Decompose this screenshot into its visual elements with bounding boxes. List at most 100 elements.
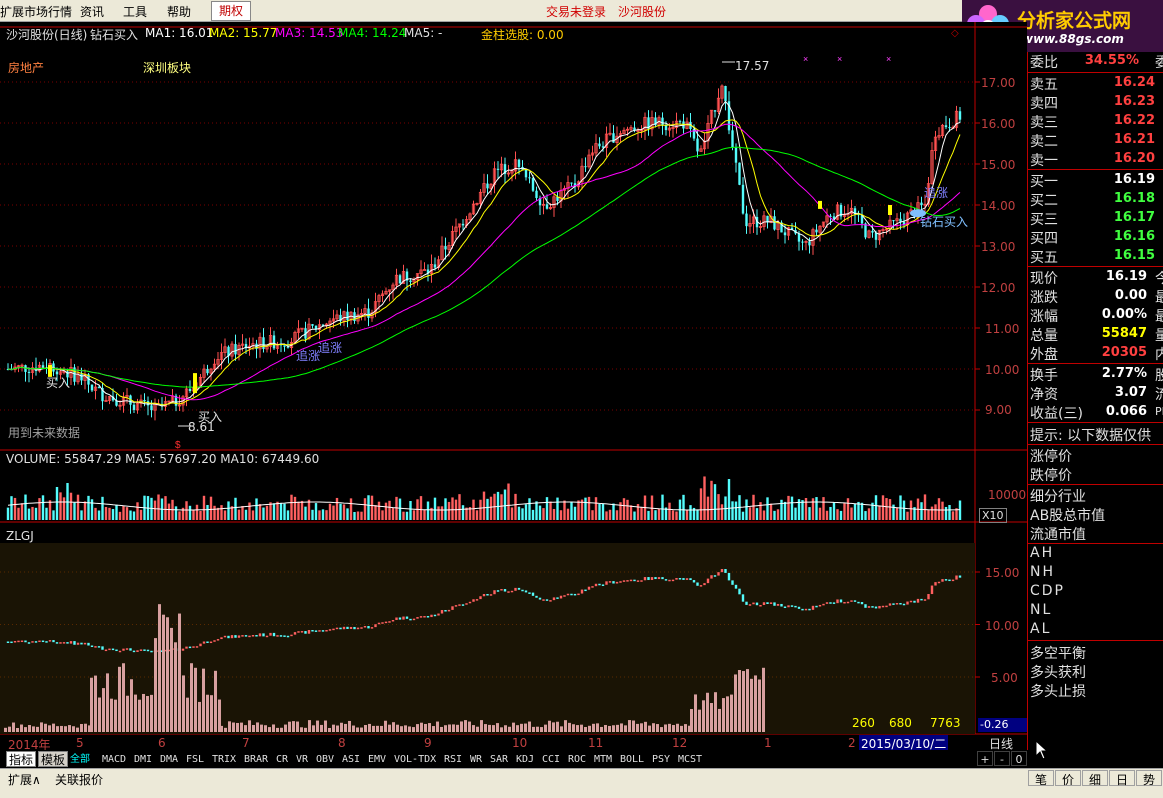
volume-bar xyxy=(48,500,52,520)
volume-bar xyxy=(279,503,283,520)
tab-dma[interactable]: DMA xyxy=(160,752,178,767)
buy-signal-bar xyxy=(888,205,892,215)
indicator-name[interactable]: 钻石买入 xyxy=(90,26,138,43)
bid-row-2[interactable]: 买二 16.18 xyxy=(1027,190,1163,209)
zoom-out-button[interactable]: - xyxy=(994,751,1010,766)
ask-2-label: 卖二 xyxy=(1030,134,1058,150)
volume-bar xyxy=(755,508,759,520)
bid-row-4[interactable]: 买四 16.16 xyxy=(1027,228,1163,247)
time-label-8: 8 xyxy=(338,736,346,750)
tab-mtm[interactable]: MTM xyxy=(594,752,612,767)
zlgj-histogram-bar xyxy=(568,722,571,732)
expand-button[interactable]: 扩展∧ xyxy=(8,771,41,788)
volume-bar xyxy=(850,507,853,520)
zlgj-candle xyxy=(759,604,762,607)
menu-tools[interactable]: 工具 xyxy=(123,3,147,20)
ask-row-1[interactable]: 卖一 16.20 xyxy=(1027,150,1163,169)
login-status[interactable]: 交易未登录 xyxy=(546,3,606,20)
zlgj-candle xyxy=(682,578,685,580)
tab-trix[interactable]: TRIX xyxy=(212,752,236,767)
tab-fsl[interactable]: FSL xyxy=(186,752,204,767)
volume-bar xyxy=(685,510,689,520)
chart-canvas[interactable]: $ × × × ◇ xyxy=(0,22,1027,750)
zlgj-histogram-bar xyxy=(228,721,231,732)
volume-bar xyxy=(549,501,552,520)
tab-dmi[interactable]: DMI xyxy=(134,752,152,767)
zlgj-candle xyxy=(853,600,857,602)
zlgj-histogram-bar xyxy=(40,722,43,732)
zlgj-candle xyxy=(668,579,671,582)
volume-unit-badge[interactable]: X10 xyxy=(979,508,1007,523)
stat-row-eps: 收益(三) 0.066 PE xyxy=(1027,403,1163,422)
tick-detail-button[interactable]: 笔 xyxy=(1028,770,1054,787)
ask-1-label: 卖一 xyxy=(1030,153,1058,169)
volume-bar xyxy=(31,506,34,520)
bid-4-label: 买四 xyxy=(1030,231,1058,247)
tab-templates[interactable]: 模板 xyxy=(38,751,69,767)
tab-sar[interactable]: SAR xyxy=(490,752,508,767)
tab-vr[interactable]: VR xyxy=(296,752,308,767)
tab-wr[interactable]: WR xyxy=(470,752,482,767)
daily-detail-button[interactable]: 日 xyxy=(1109,770,1135,787)
zlgj-candle xyxy=(321,630,325,632)
volume-bar xyxy=(290,494,293,520)
ask-row-2[interactable]: 卖二 16.21 xyxy=(1027,131,1163,150)
volume-bar xyxy=(804,498,808,520)
bid-row-5[interactable]: 买五 16.15 xyxy=(1027,247,1163,266)
tab-brar[interactable]: BRAR xyxy=(244,752,268,767)
volume-bar xyxy=(87,495,90,520)
volume-bar xyxy=(388,500,391,520)
zoom-reset-button[interactable]: 0 xyxy=(1011,751,1027,766)
volume-bar xyxy=(237,509,241,520)
tab-asi[interactable]: ASI xyxy=(342,752,360,767)
volume-bar xyxy=(832,502,836,520)
volume-bar xyxy=(874,495,878,520)
volume-bar xyxy=(787,495,790,520)
tab-psy[interactable]: PSY xyxy=(652,752,670,767)
fine-detail-button[interactable]: 细 xyxy=(1082,770,1108,787)
volume-bar xyxy=(794,507,797,520)
menu-news[interactable]: 资讯 xyxy=(80,3,104,20)
tab-kdj[interactable]: KDJ xyxy=(516,752,534,767)
tab-obv[interactable]: OBV xyxy=(316,752,334,767)
zlgj-candle xyxy=(209,641,213,644)
volume-bar xyxy=(45,507,48,520)
stat-row-outer: 外盘 20305 内 xyxy=(1027,344,1163,363)
tab-indicators[interactable]: 指标 xyxy=(6,751,37,767)
related-quote-button[interactable]: 关联报价 xyxy=(55,771,103,788)
volume-bar xyxy=(38,498,41,520)
tab-macd[interactable]: MACD xyxy=(102,752,126,767)
menu-options-tab[interactable]: 期权 xyxy=(211,1,251,21)
ask-row-4[interactable]: 卖四 16.23 xyxy=(1027,93,1163,112)
tab-emv[interactable]: EMV xyxy=(368,752,386,767)
tab-rsi[interactable]: RSI xyxy=(444,752,462,767)
zoom-in-button[interactable]: + xyxy=(977,751,993,766)
tab-cr[interactable]: CR xyxy=(276,752,288,767)
candle-body xyxy=(461,223,465,226)
volume-bar xyxy=(311,509,314,520)
zlgj-candle xyxy=(857,601,860,604)
zlgj-candle xyxy=(349,626,353,629)
zlgj-histogram-bar xyxy=(134,694,137,732)
tab-mcst[interactable]: MCST xyxy=(678,752,702,767)
zlgj-histogram-bar xyxy=(36,726,39,732)
tab-vol-tdx[interactable]: VOL-TDX xyxy=(394,752,436,767)
volume-bar xyxy=(321,509,325,520)
menu-help[interactable]: 帮助 xyxy=(167,3,191,20)
tab-全部[interactable]: 全部 xyxy=(70,752,90,767)
zlgj-histogram-bar xyxy=(88,725,91,732)
zlgj-candle xyxy=(83,642,87,645)
zlgj-histogram-bar xyxy=(524,723,527,732)
bid-row-1[interactable]: 买一 16.19 xyxy=(1027,171,1163,190)
volume-bar xyxy=(370,495,374,520)
volume-bar xyxy=(241,505,244,520)
tab-roc[interactable]: ROC xyxy=(568,752,586,767)
tab-boll[interactable]: BOLL xyxy=(620,752,644,767)
ask-row-3[interactable]: 卖三 16.22 xyxy=(1027,112,1163,131)
bid-row-3[interactable]: 买三 16.17 xyxy=(1027,209,1163,228)
trend-detail-button[interactable]: 势 xyxy=(1136,770,1162,787)
menu-extended-market[interactable]: 扩展市场行情 xyxy=(0,3,72,20)
ask-row-5[interactable]: 卖五 16.24 xyxy=(1027,74,1163,93)
tab-cci[interactable]: CCI xyxy=(542,752,560,767)
price-detail-button[interactable]: 价 xyxy=(1055,770,1081,787)
